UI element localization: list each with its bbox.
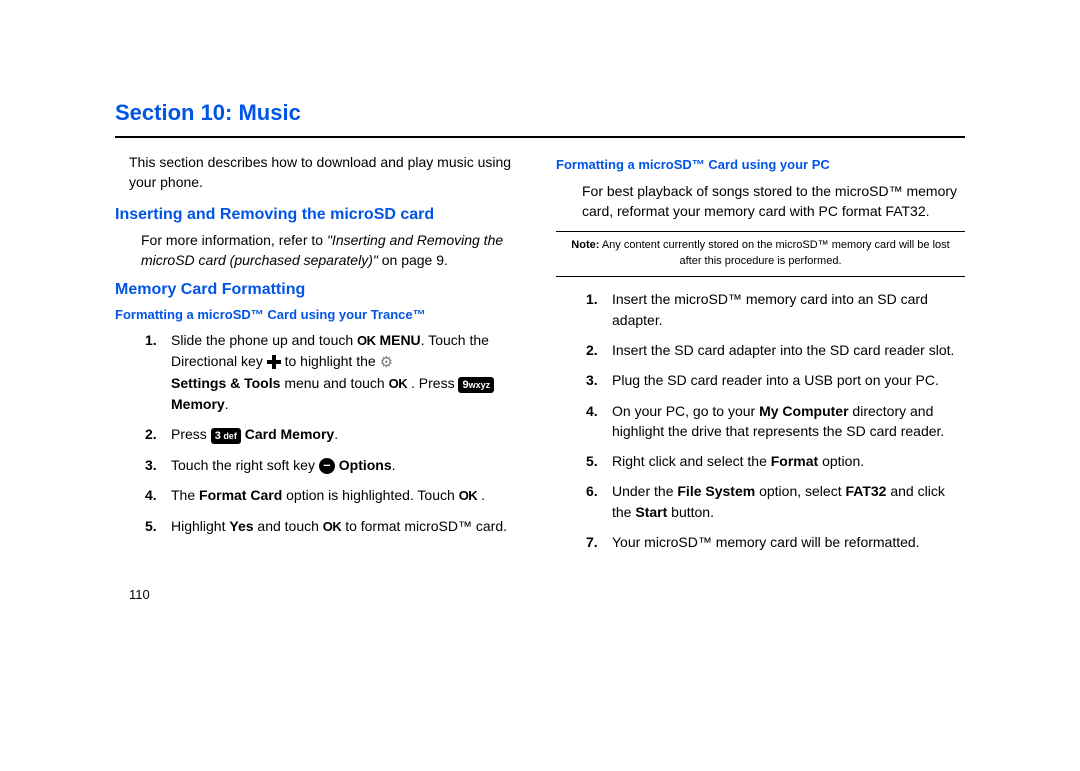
intro-text: This section describes how to download a… bbox=[129, 152, 524, 193]
step-5: 5. Right click and select the Format opt… bbox=[586, 451, 965, 471]
memory-bold: Memory bbox=[171, 396, 225, 412]
my-computer-bold: My Computer bbox=[759, 403, 848, 419]
step-1: 1. Slide the phone up and touch OK MENU.… bbox=[145, 330, 524, 414]
right-column: Formatting a microSD™ Card using your PC… bbox=[556, 152, 965, 605]
fat32-bold: FAT32 bbox=[845, 483, 886, 499]
text: Right click and select the bbox=[612, 453, 771, 469]
step-3: 3. Plug the SD card reader into a USB po… bbox=[586, 370, 965, 390]
key-9wxyz-icon: 9wxyz bbox=[458, 377, 494, 393]
softkey-dash-icon: – bbox=[319, 458, 335, 474]
note-text: Any content currently stored on the micr… bbox=[599, 239, 949, 267]
format-card-bold: Format Card bbox=[199, 487, 282, 503]
heading-memory-format: Memory Card Formatting bbox=[115, 278, 524, 301]
text: Under the bbox=[612, 483, 677, 499]
start-bold: Start bbox=[635, 504, 667, 520]
text: Slide the phone up and touch bbox=[171, 332, 357, 348]
text: Touch the right soft key bbox=[171, 457, 319, 473]
step-6: 6. Under the File System option, select … bbox=[586, 481, 965, 522]
text: option. bbox=[822, 453, 864, 469]
text: . bbox=[225, 396, 229, 412]
text: option, select bbox=[759, 483, 845, 499]
text: . bbox=[392, 457, 396, 473]
ref-suffix: on page 9. bbox=[382, 252, 448, 268]
text: . Press bbox=[411, 375, 458, 391]
ok-icon: OK bbox=[323, 518, 342, 537]
text: . bbox=[481, 487, 485, 503]
step-3: 3. Touch the right soft key – Options. bbox=[145, 455, 524, 475]
text: The bbox=[171, 487, 199, 503]
text: to format microSD™ card. bbox=[345, 518, 507, 534]
ok-icon: OK bbox=[459, 487, 478, 506]
step-num: 4. bbox=[586, 401, 598, 421]
left-steps: 1. Slide the phone up and touch OK MENU.… bbox=[145, 330, 524, 536]
reference-text: For more information, refer to "Insertin… bbox=[141, 230, 524, 271]
file-system-bold: File System bbox=[677, 483, 755, 499]
page-number: 110 bbox=[115, 586, 524, 605]
heading-format-pc: Formatting a microSD™ Card using your PC bbox=[556, 156, 965, 175]
text: button. bbox=[671, 504, 714, 520]
text: . bbox=[334, 426, 338, 442]
format-bold: Format bbox=[771, 453, 818, 469]
step-num: 3. bbox=[145, 455, 157, 475]
text: to highlight the bbox=[285, 353, 380, 369]
step-num: 1. bbox=[145, 330, 157, 350]
section-title: Section 10: Music bbox=[115, 100, 965, 130]
step-num: 6. bbox=[586, 481, 598, 501]
dpad-icon bbox=[267, 355, 281, 369]
step-num: 3. bbox=[586, 370, 598, 390]
columns: This section describes how to download a… bbox=[115, 152, 965, 605]
yes-bold: Yes bbox=[229, 518, 253, 534]
gear-icon: ⚙ bbox=[380, 352, 393, 374]
text: Highlight bbox=[171, 518, 229, 534]
step-num: 2. bbox=[145, 424, 157, 444]
text: Press bbox=[171, 426, 211, 442]
step-num: 4. bbox=[145, 485, 157, 505]
settings-tools-bold: Settings & Tools bbox=[171, 375, 280, 391]
step-num: 5. bbox=[145, 516, 157, 536]
right-steps: 1. Insert the microSD™ memory card into … bbox=[586, 289, 965, 552]
card-memory-bold: Card Memory bbox=[245, 426, 334, 442]
step-num: 7. bbox=[586, 532, 598, 552]
menu-bold: MENU bbox=[379, 332, 420, 348]
step-4: 4. On your PC, go to your My Computer di… bbox=[586, 401, 965, 442]
step-num: 5. bbox=[586, 451, 598, 471]
key-3def-icon: 3 def bbox=[211, 428, 241, 444]
text: Your microSD™ memory card will be reform… bbox=[612, 534, 920, 550]
step-2: 2. Press 3 def Card Memory. bbox=[145, 424, 524, 444]
left-column: This section describes how to download a… bbox=[115, 152, 524, 605]
text: Insert the SD card adapter into the SD c… bbox=[612, 342, 954, 358]
step-4: 4. The Format Card option is highlighted… bbox=[145, 485, 524, 506]
heading-insert-remove: Inserting and Removing the microSD card bbox=[115, 203, 524, 226]
step-num: 2. bbox=[586, 340, 598, 360]
heading-format-trance: Formatting a microSD™ Card using your Tr… bbox=[115, 306, 524, 325]
text: and touch bbox=[257, 518, 322, 534]
right-intro: For best playback of songs stored to the… bbox=[582, 181, 965, 222]
text: On your PC, go to your bbox=[612, 403, 759, 419]
step-5: 5. Highlight Yes and touch OK to format … bbox=[145, 516, 524, 537]
page: Section 10: Music This section describes… bbox=[0, 0, 1080, 645]
note-box: Note: Any content currently stored on th… bbox=[556, 231, 965, 277]
text: menu and touch bbox=[284, 375, 388, 391]
step-1: 1. Insert the microSD™ memory card into … bbox=[586, 289, 965, 330]
step-2: 2. Insert the SD card adapter into the S… bbox=[586, 340, 965, 360]
step-7: 7. Your microSD™ memory card will be ref… bbox=[586, 532, 965, 552]
title-rule bbox=[115, 136, 965, 138]
text: Plug the SD card reader into a USB port … bbox=[612, 372, 939, 388]
options-bold: Options bbox=[339, 457, 392, 473]
note-label: Note: bbox=[571, 239, 599, 251]
text: option is highlighted. Touch bbox=[286, 487, 459, 503]
step-num: 1. bbox=[586, 289, 598, 309]
ref-prefix: For more information, refer to bbox=[141, 232, 327, 248]
ok-icon: OK bbox=[357, 332, 376, 351]
ok-icon: OK bbox=[389, 375, 408, 394]
text: Insert the microSD™ memory card into an … bbox=[612, 291, 928, 327]
